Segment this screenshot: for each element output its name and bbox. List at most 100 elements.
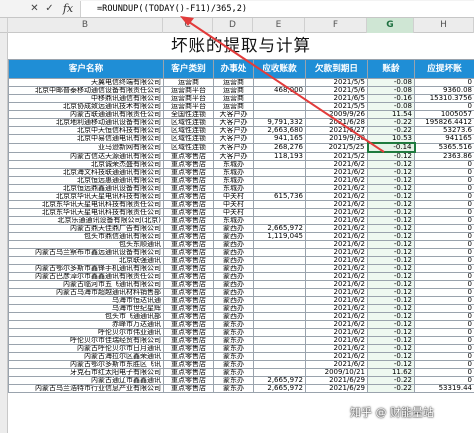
table-cell[interactable]: 9,791,332: [253, 118, 306, 127]
table-cell[interactable]: 2021/6/2: [305, 240, 368, 249]
table-cell[interactable]: 0: [414, 280, 474, 289]
table-cell[interactable]: 0: [414, 312, 474, 321]
table-cell[interactable]: [253, 168, 306, 177]
table-cell[interactable]: 2021/6/2: [305, 312, 368, 321]
table-cell[interactable]: 蒙西办: [213, 224, 254, 233]
table-cell[interactable]: 0: [414, 240, 474, 249]
table-cell[interactable]: 0: [414, 344, 474, 353]
table-cell[interactable]: -0.16: [367, 94, 415, 103]
table-cell[interactable]: [253, 344, 306, 353]
table-cell[interactable]: -0.12: [367, 336, 415, 345]
table-cell[interactable]: 9360.08: [414, 86, 474, 95]
table-cell[interactable]: 区域性连锁: [163, 142, 214, 153]
table-cell[interactable]: 蒙西办: [213, 256, 254, 265]
table-cell[interactable]: -0.12: [367, 344, 415, 353]
table-cell[interactable]: -0.08: [367, 78, 415, 87]
table-cell[interactable]: 1,119,045: [253, 232, 306, 241]
table-cell[interactable]: 区域性连锁: [163, 118, 214, 127]
table-cell[interactable]: 0: [414, 296, 474, 305]
table-cell[interactable]: 乌海市世纪星辉: [8, 304, 164, 313]
table-cell[interactable]: -0.12: [367, 208, 415, 217]
table-cell[interactable]: 2021/6/2: [305, 160, 368, 169]
table-cell[interactable]: -0.12: [367, 264, 415, 273]
table-cell[interactable]: 0: [414, 208, 474, 217]
table-cell[interactable]: 重点零售店: [163, 344, 214, 353]
table-cell[interactable]: 北京东华讯天星电讯科技有限责任公司: [8, 200, 164, 209]
table-cell[interactable]: 重点零售店: [163, 176, 214, 185]
table-cell[interactable]: -0.12: [367, 320, 415, 329]
table-cell[interactable]: 53319.44: [414, 384, 474, 393]
table-cell[interactable]: 重点零售店: [163, 168, 214, 177]
table-cell[interactable]: [253, 208, 306, 217]
table-cell[interactable]: [253, 110, 306, 119]
table-cell[interactable]: 包头市飞通通讯部: [8, 312, 164, 321]
table-cell[interactable]: 北京恒远鼎鑫通讯设备有限公司: [8, 184, 164, 193]
table-cell[interactable]: 蒙西办: [213, 304, 254, 313]
table-cell[interactable]: 重点零售店: [163, 224, 214, 233]
table-cell[interactable]: [253, 312, 306, 321]
table-cell[interactable]: 重点零售店: [163, 336, 214, 345]
table-cell[interactable]: 蒙东办: [213, 384, 254, 393]
confirm-formula-icon[interactable]: ✓: [43, 2, 56, 16]
table-cell[interactable]: 2021/5/25: [305, 142, 368, 153]
table-cell[interactable]: 蒙东办: [213, 368, 254, 377]
column-header-g[interactable]: G: [367, 18, 414, 33]
table-cell[interactable]: 运营商: [213, 78, 254, 87]
table-cell[interactable]: 蒙东办: [213, 360, 254, 369]
table-cell[interactable]: 重点零售店: [163, 352, 214, 361]
table-cell[interactable]: 重点零售店: [163, 208, 214, 217]
table-cell[interactable]: 内蒙古乌兰察布市鑫远通讯设备有限公司: [8, 248, 164, 257]
table-cell[interactable]: 268,276: [253, 142, 306, 153]
table-cell[interactable]: 2021/5/5: [305, 78, 368, 87]
table-cell[interactable]: 蒙西办: [213, 272, 254, 281]
table-cell[interactable]: 运营商平台: [163, 102, 214, 111]
table-cell[interactable]: 蒙东办: [213, 376, 254, 385]
table-cell[interactable]: 2,665,972: [253, 224, 306, 233]
table-cell[interactable]: 0: [414, 160, 474, 169]
table-cell[interactable]: [253, 160, 306, 169]
table-cell[interactable]: 蒙西办: [213, 296, 254, 305]
table-cell[interactable]: -0.22: [367, 118, 415, 127]
table-cell[interactable]: [253, 216, 306, 225]
table-cell[interactable]: 0: [414, 216, 474, 225]
table-cell[interactable]: 赤峰市万达通讯: [8, 320, 164, 329]
table-cell[interactable]: 重点零售店: [163, 288, 214, 297]
table-cell[interactable]: 53273.6: [414, 126, 474, 135]
table-cell[interactable]: -0.12: [367, 200, 415, 209]
table-cell[interactable]: 重点零售店: [163, 256, 214, 265]
table-cell[interactable]: [253, 320, 306, 329]
table-cell[interactable]: 蒙西办: [213, 248, 254, 257]
table-cell[interactable]: 1005057: [414, 110, 474, 119]
table-cell[interactable]: 2021/6/2: [305, 320, 368, 329]
table-cell[interactable]: [253, 200, 306, 209]
table-cell[interactable]: 蒙西办: [213, 240, 254, 249]
table-cell[interactable]: 0: [414, 320, 474, 329]
table-cell[interactable]: 呼伦贝尔市伟业通讯: [8, 328, 164, 337]
table-cell[interactable]: 118,193: [253, 151, 306, 161]
table-cell[interactable]: 重点零售店: [163, 304, 214, 313]
table-cell[interactable]: [253, 272, 306, 281]
table-cell[interactable]: 0: [414, 328, 474, 337]
table-cell[interactable]: 重点零售店: [163, 368, 214, 377]
column-header-d[interactable]: D: [213, 18, 253, 33]
table-cell[interactable]: 北京乐通通讯设备有限公司(北京): [8, 216, 164, 225]
table-cell[interactable]: 重点零售店: [163, 312, 214, 321]
table-cell[interactable]: 包头东顺通讯: [8, 240, 164, 249]
table-cell[interactable]: 0: [414, 192, 474, 201]
table-cell[interactable]: 2021/6/2: [305, 344, 368, 353]
table-cell[interactable]: 0: [414, 200, 474, 209]
table-cell[interactable]: 重点零售店: [163, 328, 214, 337]
table-cell[interactable]: 重点零售店: [163, 160, 214, 169]
table-cell[interactable]: 北京京华讯天星电讯科技有限公司: [8, 192, 164, 201]
table-cell[interactable]: 内蒙古鼎天佳鼎广告有限公司: [8, 224, 164, 233]
table-cell[interactable]: [253, 256, 306, 265]
table-cell[interactable]: 2021/6/5: [305, 94, 368, 103]
table-cell[interactable]: [253, 78, 306, 87]
table-cell[interactable]: 重点零售店: [163, 184, 214, 193]
table-cell[interactable]: 重点零售店: [163, 360, 214, 369]
table-cell[interactable]: 2021/5/2: [305, 151, 368, 161]
table-cell[interactable]: 2021/6/2: [305, 296, 368, 305]
table-cell[interactable]: 195826.4412: [414, 118, 474, 127]
table-cell[interactable]: 0: [414, 376, 474, 385]
table-cell[interactable]: 重点零售店: [163, 192, 214, 201]
